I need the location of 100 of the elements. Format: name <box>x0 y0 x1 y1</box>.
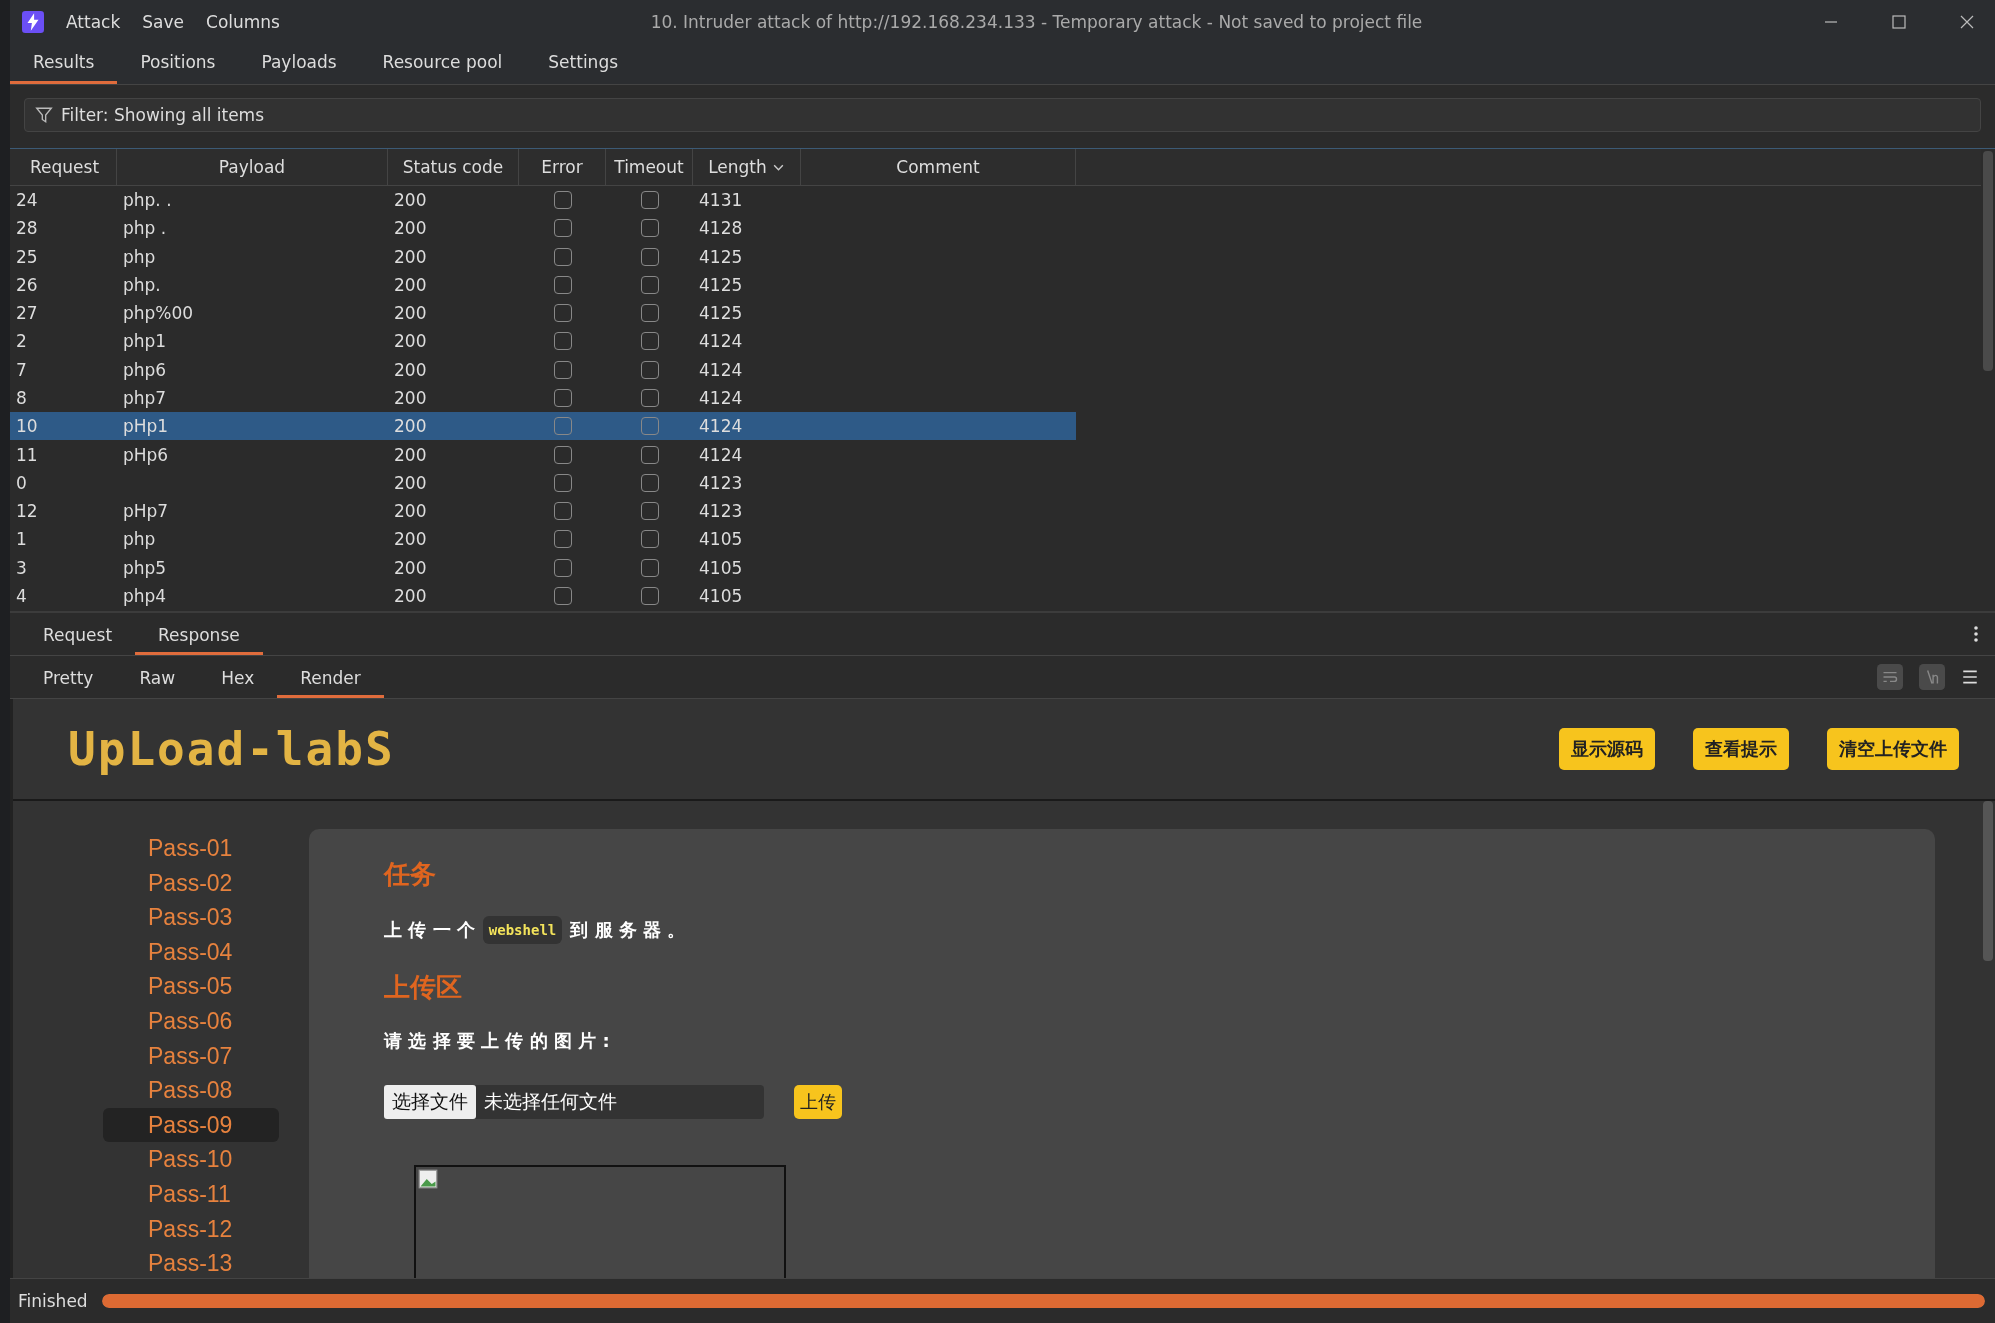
table-row[interactable]: 0 200 4123 <box>10 468 1076 497</box>
nav-link[interactable]: Pass-13 <box>103 1246 279 1278</box>
header-button[interactable]: 显示源码 <box>1559 728 1655 770</box>
table-row[interactable]: 8 php7 200 4124 <box>10 383 1076 413</box>
checkbox[interactable] <box>640 473 659 492</box>
tab[interactable]: Settings <box>525 52 642 84</box>
nav-link[interactable]: Pass-01 <box>103 831 279 866</box>
nav-link[interactable]: Pass-10 <box>103 1142 279 1177</box>
close-icon[interactable] <box>1959 14 1975 30</box>
checkbox[interactable] <box>640 445 659 464</box>
checkbox[interactable] <box>640 417 659 436</box>
nav-link[interactable]: Pass-05 <box>103 969 279 1004</box>
checkbox[interactable] <box>640 389 659 407</box>
column-header[interactable]: Request <box>10 149 117 185</box>
table-row[interactable]: 25 php 200 4125 <box>10 242 1076 271</box>
tab[interactable]: Payloads <box>238 52 360 84</box>
table-cell: 4125 <box>699 303 743 324</box>
nav-link[interactable]: Pass-04 <box>103 934 279 970</box>
checkbox[interactable] <box>553 417 572 436</box>
header-button[interactable]: 清空上传文件 <box>1827 728 1959 770</box>
table-cell: 26 <box>16 274 38 295</box>
checkbox[interactable] <box>553 219 572 238</box>
nav-link[interactable]: Pass-08 <box>103 1073 279 1108</box>
column-header[interactable]: Error <box>519 149 606 185</box>
checkbox[interactable] <box>640 304 659 323</box>
tab[interactable]: Raw <box>116 668 199 698</box>
upload-button[interactable]: 上传 <box>794 1085 842 1119</box>
checkbox[interactable] <box>553 191 572 210</box>
column-header[interactable]: Payload <box>117 149 388 185</box>
tab[interactable]: Response <box>135 625 263 655</box>
table-cell: 8 <box>16 388 27 408</box>
checkbox[interactable] <box>640 558 659 577</box>
checkbox[interactable] <box>640 219 659 238</box>
table-cell: 25 <box>16 246 38 267</box>
menu-item[interactable]: Save <box>142 12 184 32</box>
table-cell: 200 <box>394 274 427 295</box>
table-row[interactable]: 28 php . 200 4128 <box>10 214 1076 243</box>
checkbox[interactable] <box>553 389 572 407</box>
table-row[interactable]: 2 php1 200 4124 <box>10 327 1076 356</box>
nav-link[interactable]: Pass-03 <box>103 900 279 935</box>
checkbox[interactable] <box>640 247 659 266</box>
menu-item[interactable]: Attack <box>66 12 121 32</box>
table-cell: 200 <box>394 303 427 324</box>
nav-link[interactable]: Pass-06 <box>103 1003 279 1039</box>
column-header[interactable]: Comment <box>801 149 1076 185</box>
column-header[interactable]: Status code <box>388 149 519 185</box>
file-input[interactable]: 选择文件 未选择任何文件 <box>384 1085 764 1119</box>
column-header[interactable]: Length <box>693 149 801 185</box>
tab[interactable]: Resource pool <box>359 52 526 84</box>
tab[interactable]: Hex <box>198 668 278 698</box>
checkbox[interactable] <box>640 191 659 210</box>
checkbox[interactable] <box>553 304 572 323</box>
maximize-icon[interactable] <box>1891 14 1907 30</box>
wrap-icon[interactable] <box>1877 664 1903 690</box>
table-row[interactable]: 10 pHp1 200 4124 <box>10 412 1076 441</box>
header-button[interactable]: 查看提示 <box>1693 728 1789 770</box>
checkbox[interactable] <box>553 586 572 605</box>
checkbox[interactable] <box>640 360 659 379</box>
nav-link[interactable]: Pass-07 <box>103 1038 279 1074</box>
tab[interactable]: Results <box>10 52 118 84</box>
table-row[interactable]: 27 php%00 200 4125 <box>10 299 1076 328</box>
newline-icon[interactable] <box>1919 664 1945 690</box>
table-row[interactable]: 24 php. . 200 4131 <box>10 186 1076 215</box>
tab[interactable]: Pretty <box>20 668 117 698</box>
checkbox[interactable] <box>553 473 572 492</box>
checkbox[interactable] <box>553 332 572 351</box>
filter-bar[interactable]: Filter: Showing all items <box>24 98 1981 132</box>
checkbox[interactable] <box>640 332 659 351</box>
checkbox[interactable] <box>553 275 572 294</box>
table-cell: 2 <box>16 331 27 352</box>
table-row[interactable]: 1 php 200 4105 <box>10 525 1076 554</box>
checkbox[interactable] <box>553 530 572 549</box>
nav-link[interactable]: Pass-11 <box>103 1176 279 1212</box>
table-row[interactable]: 11 pHp6 200 4124 <box>10 440 1076 469</box>
scrollbar-thumb[interactable] <box>1983 151 1993 371</box>
nav-link[interactable]: Pass-12 <box>103 1211 279 1247</box>
checkbox[interactable] <box>553 247 572 266</box>
scrollbar-thumb[interactable] <box>1983 801 1993 961</box>
broken-image-icon <box>418 1169 438 1189</box>
checkbox[interactable] <box>553 558 572 577</box>
checkbox[interactable] <box>640 275 659 294</box>
tab[interactable]: Positions <box>117 52 239 84</box>
table-row[interactable]: 4 php4 200 4105 <box>10 581 1076 610</box>
checkbox[interactable] <box>640 586 659 605</box>
nav-link[interactable]: Pass-02 <box>103 865 279 901</box>
table-row[interactable]: 7 php6 200 4124 <box>10 355 1076 384</box>
table-row[interactable]: 3 php5 200 4105 <box>10 553 1076 582</box>
checkbox[interactable] <box>640 530 659 549</box>
nav-link[interactable]: Pass-09 <box>103 1107 279 1143</box>
checkbox[interactable] <box>640 502 659 521</box>
checkbox[interactable] <box>553 445 572 464</box>
menu-item[interactable]: Columns <box>206 12 280 32</box>
checkbox[interactable] <box>553 502 572 521</box>
more-icon[interactable] <box>1973 625 1979 643</box>
table-row[interactable]: 12 pHp7 200 4123 <box>10 496 1076 526</box>
checkbox[interactable] <box>553 360 572 379</box>
column-header[interactable]: Timeout <box>606 149 693 185</box>
table-row[interactable]: 26 php. 200 4125 <box>10 270 1076 300</box>
menu-icon[interactable] <box>1961 668 1979 686</box>
tab[interactable]: Request <box>20 625 136 655</box>
